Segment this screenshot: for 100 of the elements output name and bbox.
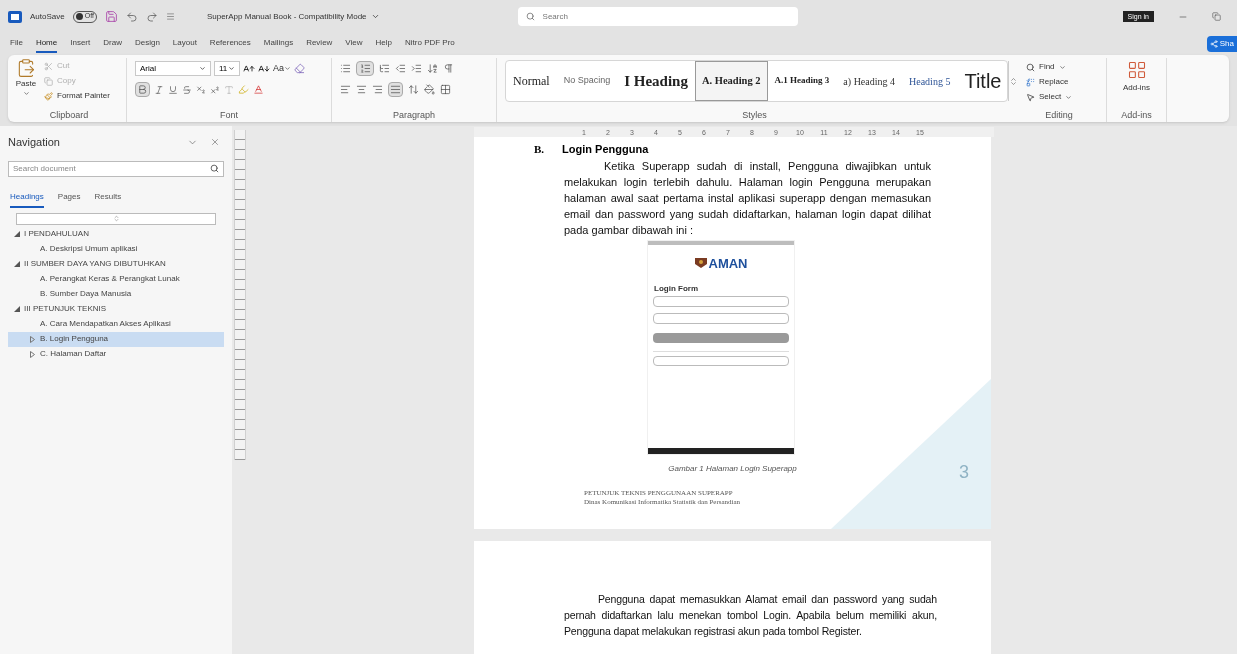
menu-tab[interactable]: Mailings	[263, 35, 294, 53]
borders-icon[interactable]	[440, 84, 451, 95]
style-item[interactable]: Heading 5	[902, 61, 958, 101]
heading-item[interactable]: A. Deskripsi Umum aplikasi	[8, 241, 224, 257]
heading-item[interactable]: A. Cara Mendapatkan Akses Aplikasi	[8, 316, 224, 332]
change-case-button[interactable]: Aa	[273, 61, 291, 76]
heading-item[interactable]: A. Perangkat Keras & Perangkat Lunak	[8, 271, 224, 287]
heading-label: I PENDAHULUAN	[24, 228, 89, 240]
grow-font-icon[interactable]	[243, 62, 255, 75]
heading-label: III PETUNJUK TEKNIS	[24, 303, 107, 315]
menu-tab[interactable]: Nitro PDF Pro	[405, 35, 455, 53]
pane-tab[interactable]: Results	[94, 190, 122, 208]
heading-item[interactable]: B. Sumber Daya Manusia	[8, 286, 224, 302]
heading-item[interactable]: B. Login Pengguna	[8, 331, 224, 347]
pane-title: Navigation	[8, 135, 60, 150]
paste-button[interactable]: Paste	[12, 58, 40, 108]
more-styles-icon[interactable]	[1008, 61, 1019, 101]
heading-label: A. Cara Mendapatkan Akses Aplikasi	[40, 318, 171, 330]
autosave-label: AutoSave	[30, 10, 65, 23]
strikethrough-icon[interactable]	[182, 84, 192, 95]
group-label: Styles	[742, 109, 767, 122]
clipboard-icon	[16, 58, 36, 78]
expanded-arrow-icon[interactable]	[14, 306, 20, 312]
style-item[interactable]: a) Heading 4	[836, 61, 902, 101]
scissors-icon	[44, 61, 53, 71]
align-right-icon[interactable]	[372, 84, 383, 95]
collapsed-arrow-icon[interactable]	[30, 350, 35, 358]
search-field[interactable]: Search	[517, 7, 798, 26]
menu-tab[interactable]: Draw	[103, 35, 122, 53]
group-label: Editing	[1045, 109, 1073, 122]
find-button[interactable]: Find	[1026, 61, 1106, 73]
restore-icon[interactable]	[1212, 12, 1221, 21]
menu-tab[interactable]: Review	[306, 35, 333, 53]
clear-formatting-icon[interactable]	[294, 63, 305, 74]
expanded-arrow-icon[interactable]	[14, 231, 20, 237]
sort-icon[interactable]	[427, 63, 438, 74]
redo-icon[interactable]	[145, 10, 158, 23]
customize-toolbar-icon[interactable]	[165, 12, 175, 21]
figure-caption: Gambar 1 Halaman Login Superapp	[668, 462, 797, 475]
search-icon	[525, 12, 535, 21]
menu-tab[interactable]: Help	[375, 35, 392, 53]
show-marks-icon[interactable]	[443, 63, 454, 74]
bullets-icon[interactable]	[340, 63, 351, 74]
italic-icon[interactable]	[154, 84, 164, 95]
search-document-field[interactable]: Search document	[8, 160, 224, 177]
pane-tab[interactable]: Headings	[10, 190, 44, 208]
grid-icon	[1126, 60, 1147, 80]
heading-item[interactable]: C. Halaman Daftar	[8, 346, 224, 362]
subscript-icon[interactable]	[196, 84, 206, 95]
menu-tab[interactable]: View	[345, 35, 363, 53]
group-label: Paragraph	[393, 109, 435, 122]
heading-label: B. Login Pengguna	[40, 333, 109, 345]
menu-tab[interactable]: Design	[134, 35, 160, 53]
menu-tab[interactable]: References	[209, 35, 251, 53]
save-icon[interactable]	[104, 10, 118, 23]
style-item[interactable]: Title	[957, 61, 1009, 101]
select-button[interactable]: Select	[1026, 91, 1106, 103]
expanded-arrow-icon[interactable]	[14, 261, 20, 267]
multilevel-list-icon[interactable]	[379, 63, 390, 74]
body-paragraph: Ketika Superapp sudah di install, Pengguna diwajibkan untuk melakukan login terlebih dahulu. Halaman login Pengguna merupakan halaman awal saat pertama instal aplikasi superapp dengan memasukan email dan password yang sudah didaftarkan, halaman login dapat dilihat pada gambar dibawah ini :	[564, 158, 931, 238]
heading-item[interactable]: III PETUNJUK TEKNIS	[8, 301, 224, 317]
style-item[interactable]: I Heading	[617, 61, 695, 101]
undo-icon[interactable]	[125, 10, 138, 23]
format-painter-button[interactable]: Format Painter	[44, 90, 110, 102]
share-icon	[1209, 40, 1218, 48]
heading-item[interactable]: I PENDAHULUAN	[8, 226, 224, 242]
justify-icon[interactable]	[388, 82, 403, 97]
font-color-icon[interactable]	[253, 84, 264, 95]
heading-label: C. Halaman Daftar	[40, 348, 107, 360]
bold-icon[interactable]	[135, 82, 150, 97]
menu-tab[interactable]: Layout	[172, 35, 197, 53]
add-ins-button[interactable]: Add-ins	[1122, 60, 1151, 108]
decrease-indent-icon[interactable]	[395, 63, 406, 74]
superscript-icon[interactable]	[210, 84, 220, 95]
group-label: Font	[220, 109, 238, 122]
style-item[interactable]: A. Heading 2	[694, 61, 768, 101]
replace-button[interactable]: Replace	[1026, 76, 1106, 88]
style-item[interactable]: A.1 Heading 3	[767, 61, 837, 101]
menu-tab[interactable]: Insert	[70, 35, 91, 53]
heading-label: B. Sumber Daya Manusia	[40, 288, 132, 300]
increase-indent-icon[interactable]	[411, 63, 422, 74]
line-spacing-icon[interactable]	[408, 84, 419, 95]
font-name-field[interactable]: Arial	[135, 61, 211, 76]
style-item[interactable]: Normal	[506, 61, 557, 101]
shading-icon[interactable]	[424, 84, 435, 95]
numbering-icon[interactable]	[356, 61, 374, 76]
pane-tab[interactable]: Pages	[57, 190, 81, 208]
menu-tab[interactable]: File	[10, 35, 23, 53]
heading-item[interactable]: II SUMBER DAYA YANG DIBUTUHKAN	[8, 256, 224, 272]
collapsed-arrow-icon[interactable]	[30, 335, 35, 343]
document-title[interactable]: SuperApp Manual Book - Compatibility Mode	[206, 10, 380, 23]
menu-tab[interactable]: Home	[35, 35, 58, 53]
align-center-icon[interactable]	[356, 84, 367, 95]
close-icon[interactable]	[210, 136, 220, 148]
underline-icon[interactable]	[168, 84, 178, 95]
style-item[interactable]: No Spacing	[556, 61, 618, 101]
shrink-font-icon[interactable]	[258, 62, 270, 75]
share-button[interactable]: Sha	[1206, 36, 1237, 52]
font-size-field[interactable]: 11	[214, 61, 240, 76]
align-left-icon[interactable]	[340, 84, 351, 95]
